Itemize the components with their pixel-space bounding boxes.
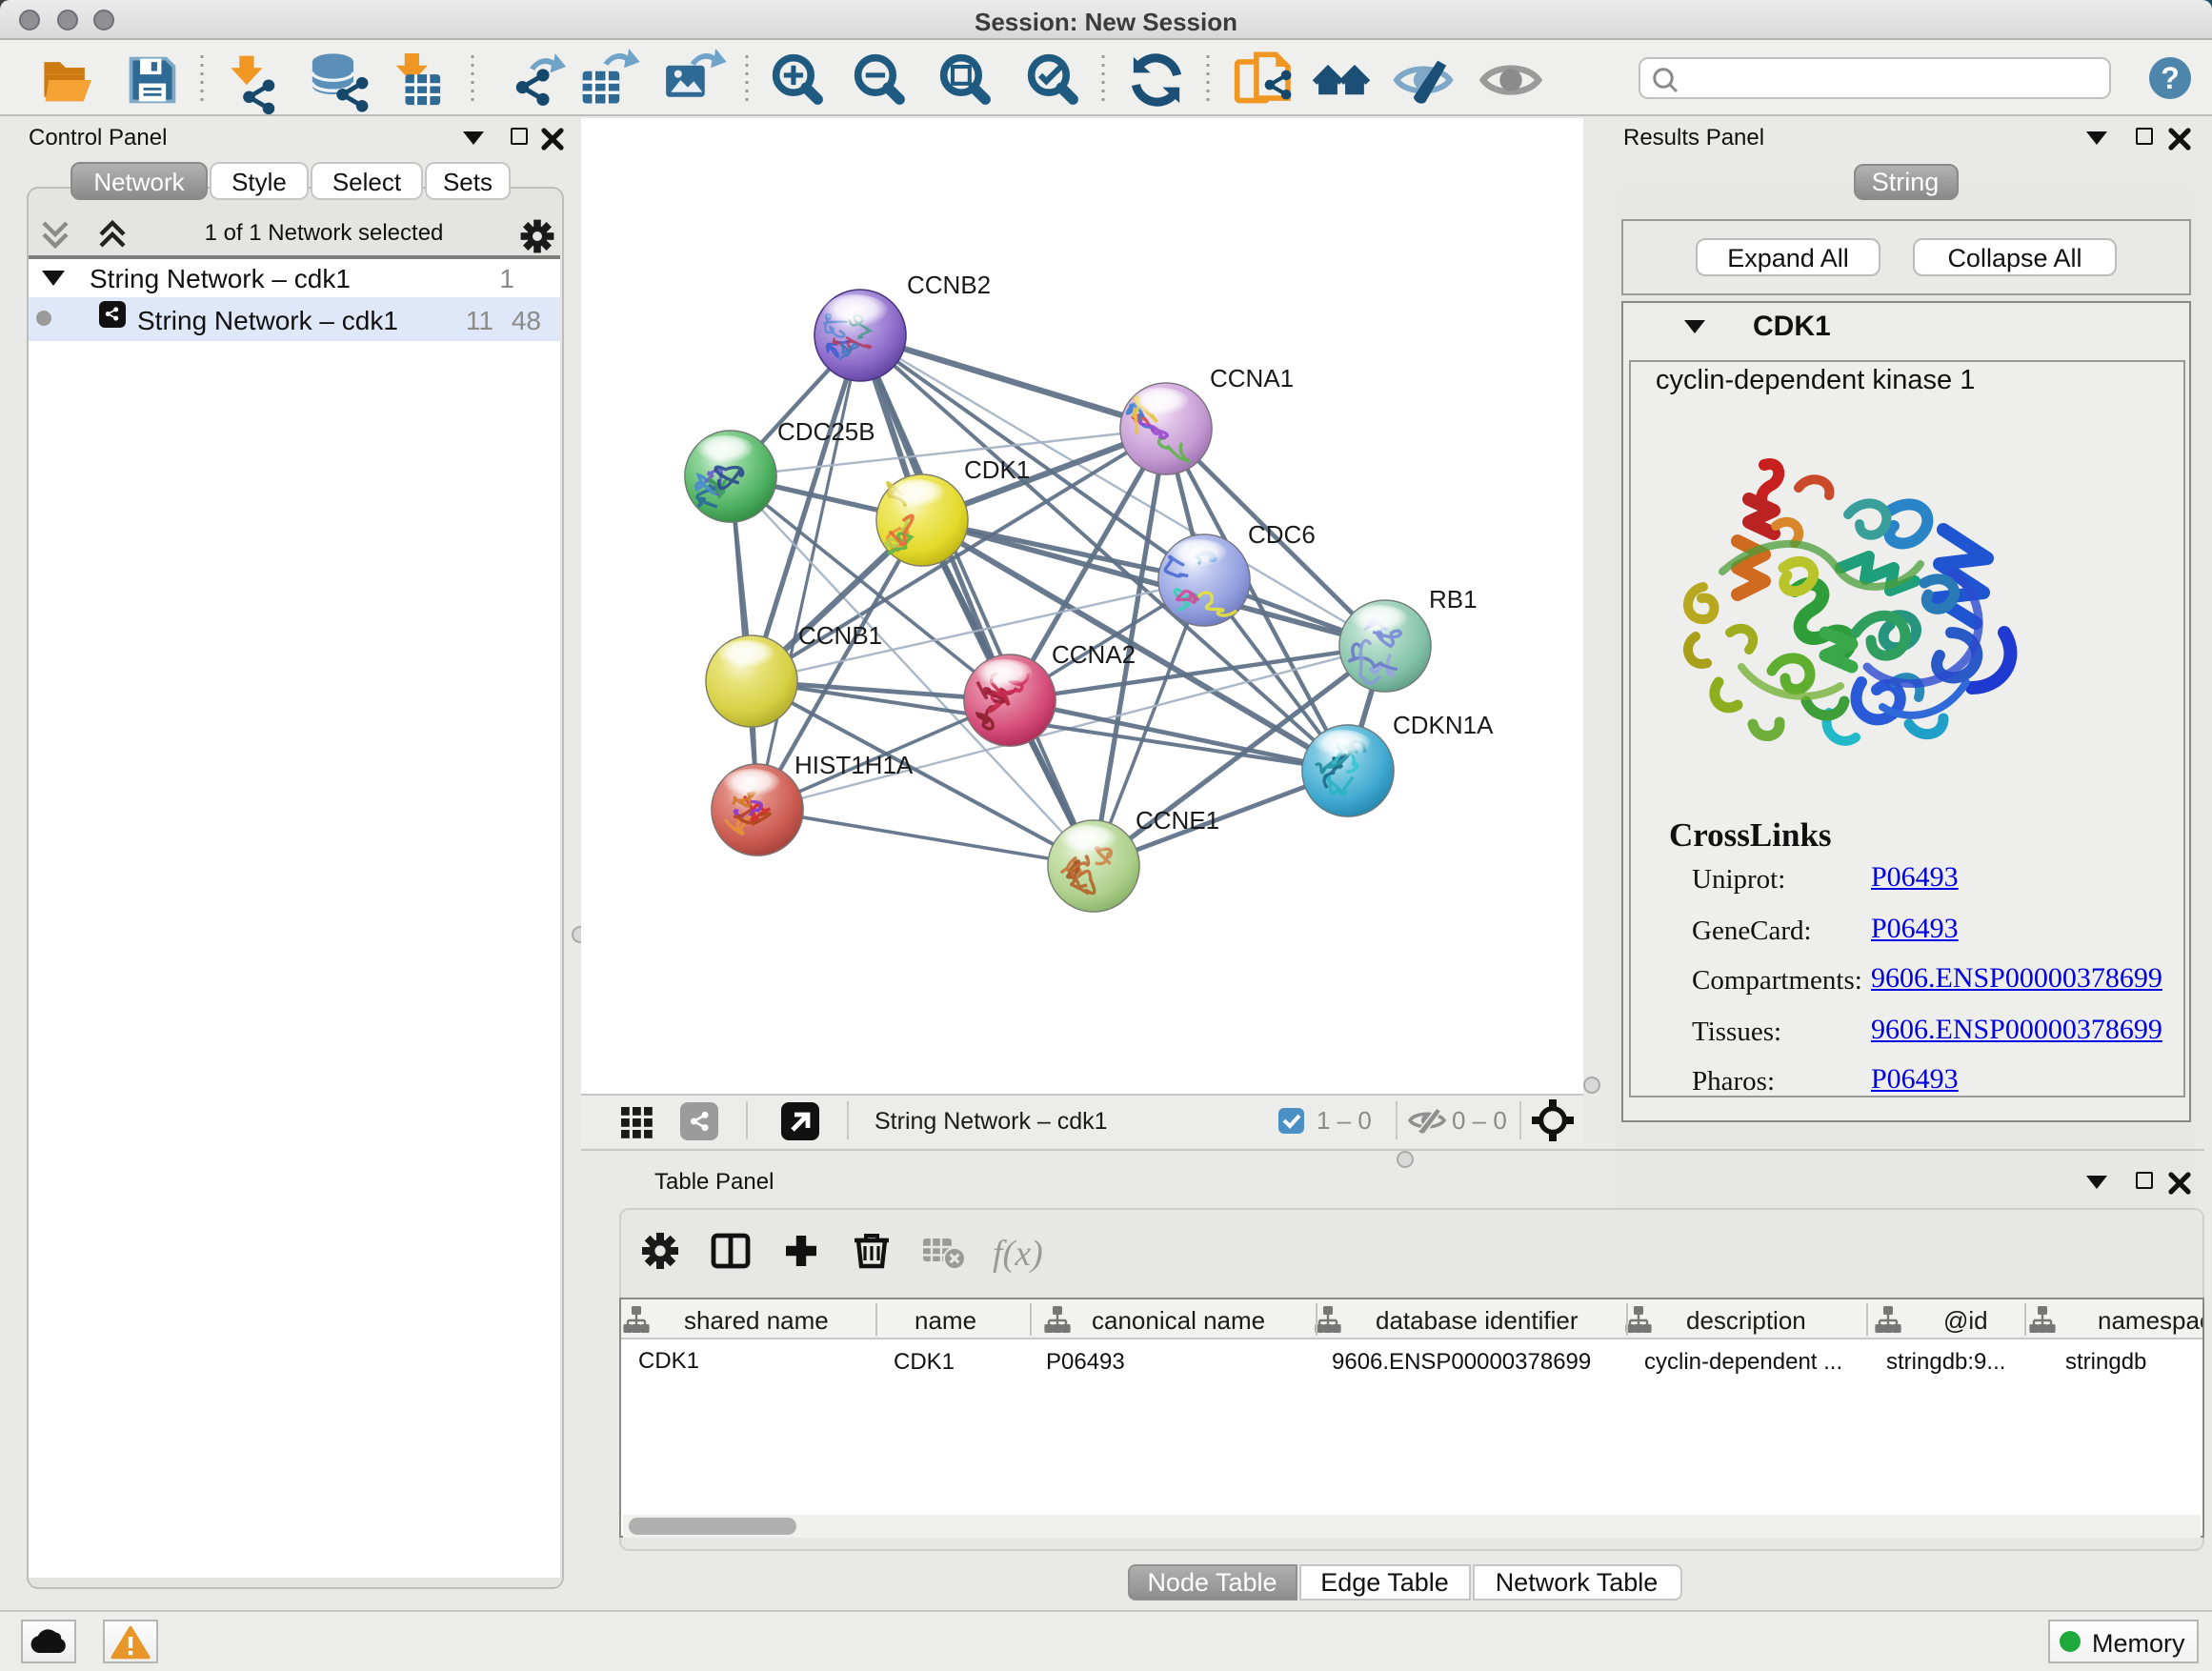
svg-text:database identifier: database identifier (1376, 1306, 1579, 1335)
svg-text:CDK1: CDK1 (964, 455, 1030, 484)
svg-text:CCNE1: CCNE1 (1136, 806, 1219, 835)
svg-text:@id: @id (1943, 1306, 1988, 1335)
svg-text:CDC25B: CDC25B (777, 417, 875, 446)
svg-text:shared name: shared name (684, 1306, 829, 1335)
svg-text:CCNA1: CCNA1 (1210, 364, 1294, 393)
svg-text:9606.ENSP00000378699: 9606.ENSP00000378699 (1332, 1349, 1591, 1375)
svg-text:CDK1: CDK1 (894, 1349, 955, 1375)
svg-text:CCNB2: CCNB2 (907, 271, 991, 299)
svg-text:namespace: namespace (2098, 1306, 2202, 1335)
svg-text:CDC6: CDC6 (1248, 520, 1316, 549)
svg-text:stringdb:9...: stringdb:9... (1886, 1349, 2005, 1375)
svg-text:stringdb: stringdb (2065, 1349, 2146, 1375)
svg-text:name: name (915, 1306, 976, 1335)
svg-text:RB1: RB1 (1429, 585, 1478, 614)
svg-text:CCNB1: CCNB1 (798, 621, 882, 650)
svg-text:?: ? (2161, 61, 2180, 95)
svg-text:CDKN1A: CDKN1A (1393, 711, 1494, 739)
svg-text:CCNA2: CCNA2 (1052, 640, 1136, 669)
svg-text:canonical name: canonical name (1092, 1306, 1265, 1335)
svg-text:description: description (1686, 1306, 1806, 1335)
svg-text:cyclin-dependent ...: cyclin-dependent ... (1644, 1349, 1842, 1375)
svg-text:f(x): f(x) (993, 1234, 1043, 1274)
svg-text:CDK1: CDK1 (638, 1348, 699, 1374)
svg-text:1 – 0: 1 – 0 (1317, 1105, 1372, 1134)
svg-text:0 – 0: 0 – 0 (1452, 1105, 1507, 1134)
svg-text:String Network – cdk1: String Network – cdk1 (875, 1107, 1108, 1134)
svg-text:P06493: P06493 (1046, 1349, 1125, 1375)
svg-text:HIST1H1A: HIST1H1A (794, 751, 914, 779)
